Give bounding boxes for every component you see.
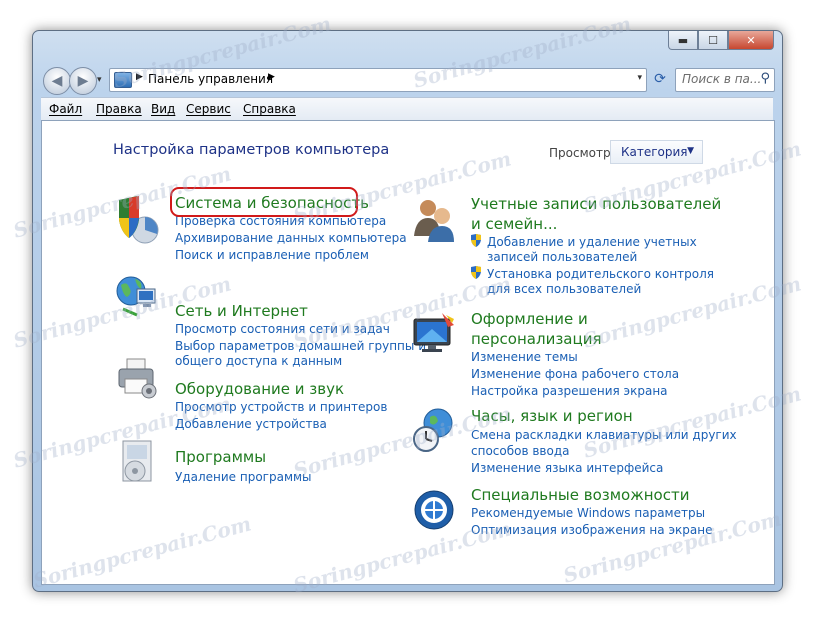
link-sharing-options[interactable]: общего доступа к данным <box>175 353 342 370</box>
search-icon[interactable]: ⚲ <box>760 71 770 86</box>
view-by-value: Категория <box>621 145 688 159</box>
view-by-dropdown[interactable]: Категория ▼ <box>610 140 703 164</box>
accessibility-icon <box>414 490 454 530</box>
menu-tools[interactable]: Сервис <box>186 102 231 116</box>
link-backup-computer[interactable]: Архивирование данных компьютера <box>175 230 407 247</box>
link-change-keyboard-line2[interactable]: способов ввода <box>471 443 570 460</box>
uac-shield-icon <box>471 266 481 279</box>
security-shield-icon <box>119 196 159 244</box>
menu-help[interactable]: Справка <box>243 102 296 116</box>
category-title-accessibility[interactable]: Специальные возможности <box>471 485 689 505</box>
link-adjust-screen-resolution[interactable]: Настройка разрешения экрана <box>471 383 668 400</box>
link-change-keyboard[interactable]: Смена раскладки клавиатуры или других <box>471 427 737 444</box>
link-network-status[interactable]: Просмотр состояния сети и задач <box>175 321 390 338</box>
link-change-theme[interactable]: Изменение темы <box>471 349 578 366</box>
link-add-device[interactable]: Добавление устройства <box>175 416 327 433</box>
category-title-network[interactable]: Сеть и Интернет <box>175 301 308 321</box>
close-button[interactable]: ✕ <box>728 31 774 50</box>
menu-view[interactable]: Вид <box>151 102 175 116</box>
category-title-programs[interactable]: Программы <box>175 447 266 467</box>
maximize-button[interactable]: ☐ <box>698 31 728 50</box>
monitor-icon <box>413 313 454 352</box>
link-let-windows-suggest[interactable]: Рекомендуемые Windows параметры <box>471 505 705 522</box>
address-bar[interactable]: ▶ Панель управления ▶ ▾ <box>109 68 647 92</box>
link-change-desktop-background[interactable]: Изменение фона рабочего стола <box>471 366 679 383</box>
address-dropdown[interactable]: ▾ <box>637 73 642 83</box>
caption-buttons: ▬ ☐ ✕ <box>668 31 774 50</box>
menu-file[interactable]: Файл <box>49 102 82 116</box>
network-globe-icon <box>116 276 156 317</box>
highlight-frame <box>170 187 358 217</box>
refresh-icon[interactable]: ⟳ <box>649 68 671 90</box>
link-add-remove-accounts-line2[interactable]: записей пользователей <box>487 249 637 266</box>
category-title-appearance[interactable]: Оформление и <box>471 309 588 329</box>
search-input[interactable]: Поиск в па... ⚲ <box>675 68 775 92</box>
category-title-clock-language-region[interactable]: Часы, язык и регион <box>471 406 633 426</box>
link-devices-printers[interactable]: Просмотр устройств и принтеров <box>175 399 387 416</box>
recent-pages-dropdown[interactable]: ▾ <box>97 75 102 85</box>
menu-edit[interactable]: Правка <box>96 102 142 116</box>
link-parental-controls-line2[interactable]: для всех пользователей <box>487 281 641 298</box>
link-change-display-language[interactable]: Изменение языка интерфейса <box>471 460 663 477</box>
content-pane: Настройка параметров компьютера Просмотр… <box>41 120 775 585</box>
link-uninstall-program[interactable]: Удаление программы <box>175 469 312 486</box>
programs-icon <box>122 440 152 482</box>
back-button[interactable]: ◀ <box>43 67 71 95</box>
breadcrumb-arrow[interactable]: ▶ <box>268 72 275 82</box>
chevron-down-icon: ▼ <box>687 146 694 156</box>
navigation-bar: ◀ ▶ ▾ ▶ Панель управления ▶ ▾ ⟳ Поиск в … <box>41 65 775 95</box>
link-troubleshoot[interactable]: Поиск и исправление проблем <box>175 247 369 264</box>
category-title-appearance-line2[interactable]: персонализация <box>471 329 601 349</box>
users-icon <box>414 200 454 242</box>
control-panel-icon <box>114 72 132 88</box>
breadcrumb-control-panel[interactable]: Панель управления <box>148 72 273 86</box>
minimize-button[interactable]: ▬ <box>668 31 698 50</box>
menu-bar: Файл Правка Вид Сервис Справка <box>41 97 773 120</box>
view-label: Просмотр: <box>549 146 615 160</box>
link-optimize-visual-display[interactable]: Оптимизация изображения на экране <box>471 522 712 539</box>
category-title-hardware-sound[interactable]: Оборудование и звук <box>175 379 344 399</box>
category-title-user-accounts-line2[interactable]: и семейн... <box>471 214 557 234</box>
uac-shield-icon <box>471 234 481 247</box>
page-title: Настройка параметров компьютера <box>113 142 390 158</box>
printer-icon <box>118 358 157 399</box>
control-panel-window: ▬ ☐ ✕ ◀ ▶ ▾ ▶ Панель управления ▶ ▾ ⟳ По… <box>32 30 783 592</box>
clock-globe-icon <box>413 408 453 452</box>
category-title-user-accounts[interactable]: Учетные записи пользователей <box>471 194 721 214</box>
forward-button[interactable]: ▶ <box>69 67 97 95</box>
breadcrumb-arrow[interactable]: ▶ <box>136 72 143 82</box>
search-placeholder: Поиск в па... <box>682 72 762 86</box>
